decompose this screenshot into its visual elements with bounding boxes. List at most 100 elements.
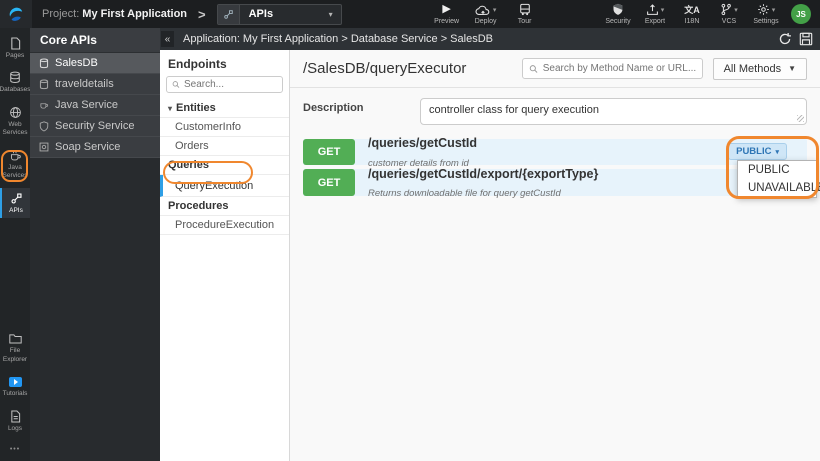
topbar-tools: Security ▾ Export 文A I18N ▾ VCS ▾ Settin… xyxy=(605,3,779,25)
save-button[interactable] xyxy=(799,32,813,46)
chevron-down-icon: ▾ xyxy=(660,6,665,14)
shield-icon xyxy=(39,120,49,131)
api-icon xyxy=(217,4,240,24)
access-option-public[interactable]: PUBLIC xyxy=(738,161,816,179)
tour-button[interactable]: Tour xyxy=(512,3,538,25)
http-method-badge[interactable]: GET xyxy=(303,169,355,196)
all-methods-dropdown[interactable]: All Methods ▼ xyxy=(712,57,807,80)
resource-type-label: APIs xyxy=(248,8,274,20)
service-item-java-service[interactable]: Java Service xyxy=(30,95,160,116)
procedures-group-header[interactable]: Procedures xyxy=(160,197,289,216)
endpoints-title: Endpoints xyxy=(168,57,227,71)
description-textarea[interactable]: controller class for query execution xyxy=(421,99,806,124)
search-icon xyxy=(172,81,180,88)
chevron-down-icon: ▾ xyxy=(328,9,333,19)
cloud-upload-icon xyxy=(475,5,490,15)
play-icon: ▶ xyxy=(442,3,451,15)
resource-type-dropdown[interactable]: APIs ▾ xyxy=(216,3,342,25)
api-summary: Returns downloadable file for query getC… xyxy=(368,188,561,199)
wavemaker-logo xyxy=(0,0,32,28)
project-name: Project: My First Application xyxy=(42,8,188,20)
chevron-down-icon: ▾ xyxy=(734,6,738,14)
bus-icon xyxy=(519,3,530,16)
sidebar-item-logs[interactable]: Logs xyxy=(0,406,30,436)
breadcrumb: Application: My First Application > Data… xyxy=(183,33,493,45)
chevron-down-icon: ▾ xyxy=(168,103,173,113)
translate-icon: 文A xyxy=(684,5,700,15)
main-header: /SalesDB/queryExecutor All Methods ▼ xyxy=(290,50,820,88)
preview-button[interactable]: ▶ Preview xyxy=(434,3,460,25)
breadcrumb-bar: « Application: My First Application > Da… xyxy=(160,28,820,50)
api-row-getcustid[interactable]: GET /queries/getCustId customer details … xyxy=(303,136,807,168)
user-avatar[interactable]: JS xyxy=(791,4,811,24)
chevron-down-icon: ▾ xyxy=(775,148,779,156)
api-path: /queries/getCustId xyxy=(368,136,478,151)
description-label: Description xyxy=(303,102,364,114)
search-icon xyxy=(529,64,538,73)
log-file-icon xyxy=(10,410,20,423)
description-row: Description controller class for query e… xyxy=(290,88,820,133)
folder-icon xyxy=(8,334,22,344)
video-play-icon xyxy=(8,376,22,387)
refresh-button[interactable] xyxy=(778,32,792,46)
access-level-menu: PUBLIC UNAVAILABLE xyxy=(737,160,820,198)
branch-icon xyxy=(721,3,732,16)
floppy-save-icon xyxy=(799,32,813,46)
endpoints-search-input[interactable] xyxy=(183,79,277,90)
database-icon xyxy=(39,58,49,68)
method-search-input[interactable] xyxy=(542,63,696,74)
sidebar-item-tutorials[interactable]: Tutorials xyxy=(0,371,30,401)
gear-icon xyxy=(757,4,769,15)
left-nav-rail: Pages Databases Web Services Java Servic… xyxy=(0,28,31,461)
service-item-security-service[interactable]: Security Service xyxy=(30,116,160,137)
top-bar: Project: My First Application > APIs ▾ ▶ … xyxy=(0,0,820,28)
export-icon xyxy=(646,4,658,15)
i18n-button[interactable]: 文A I18N xyxy=(679,3,705,25)
sidebar-item-pages[interactable]: Pages xyxy=(0,33,30,63)
chevron-down-icon: ▼ xyxy=(788,64,796,73)
page-icon xyxy=(10,37,20,50)
page-title: /SalesDB/queryExecutor xyxy=(303,60,467,77)
sidebar-item-java-services[interactable]: Java Services xyxy=(0,145,30,184)
refresh-icon xyxy=(779,33,791,45)
core-apis-panel: Core APIs SalesDB traveldetails Java Ser… xyxy=(30,28,160,461)
entities-group-header[interactable]: ▾ Entities xyxy=(160,99,289,118)
database-icon xyxy=(39,79,49,89)
endpoint-item-customerinfo[interactable]: CustomerInfo xyxy=(160,118,289,137)
shield-icon xyxy=(613,3,623,15)
sidebar-item-web-services[interactable]: Web Services xyxy=(0,102,30,141)
breadcrumb-chevron-icon: > xyxy=(198,6,206,22)
database-icon xyxy=(10,72,20,84)
endpoint-item-queryexecution[interactable]: QueryExecution xyxy=(160,175,289,197)
collapse-panel-button[interactable]: « xyxy=(161,31,174,47)
endpoints-panel: Endpoints ▾ Entities CustomerInfo Orders… xyxy=(160,50,290,461)
coffee-icon xyxy=(10,150,21,161)
queries-group-header[interactable]: Queries xyxy=(160,156,289,175)
chevron-down-icon: ▾ xyxy=(492,6,497,14)
export-button[interactable]: ▾ Export xyxy=(642,3,668,25)
sidebar-item-databases[interactable]: Databases xyxy=(0,67,31,97)
chevron-down-icon: ▾ xyxy=(771,6,776,14)
settings-button[interactable]: ▾ Settings xyxy=(753,3,779,25)
sidebar-item-file-explorer[interactable]: File Explorer xyxy=(0,328,30,367)
sidebar-item-apis[interactable]: APIs xyxy=(0,187,30,219)
http-method-badge[interactable]: GET xyxy=(303,139,355,165)
service-item-traveldetails[interactable]: traveldetails xyxy=(30,74,160,95)
deploy-button[interactable]: ▾ Deploy xyxy=(473,3,499,25)
access-level-dropdown[interactable]: PUBLIC ▾ xyxy=(728,143,787,160)
endpoints-search[interactable] xyxy=(166,76,283,93)
service-item-salesdb[interactable]: SalesDB xyxy=(30,53,160,74)
endpoint-item-procedureexecution[interactable]: ProcedureExecution xyxy=(160,216,289,235)
api-row-getcustid-export[interactable]: GET /queries/getCustId/export/{exportTyp… xyxy=(303,167,807,199)
soap-icon xyxy=(39,142,49,152)
topbar-actions: ▶ Preview ▾ Deploy Tour xyxy=(434,3,538,25)
method-search[interactable] xyxy=(521,58,703,79)
security-button[interactable]: Security xyxy=(605,3,631,25)
core-apis-title: Core APIs xyxy=(30,28,160,53)
more-options-icon[interactable]: ••• xyxy=(10,446,20,453)
resize-grip-icon[interactable] xyxy=(797,115,804,122)
access-option-unavailable[interactable]: UNAVAILABLE xyxy=(738,179,820,197)
endpoint-item-orders[interactable]: Orders xyxy=(160,137,289,156)
vcs-button[interactable]: ▾ VCS xyxy=(716,3,742,25)
service-item-soap-service[interactable]: Soap Service xyxy=(30,137,160,158)
